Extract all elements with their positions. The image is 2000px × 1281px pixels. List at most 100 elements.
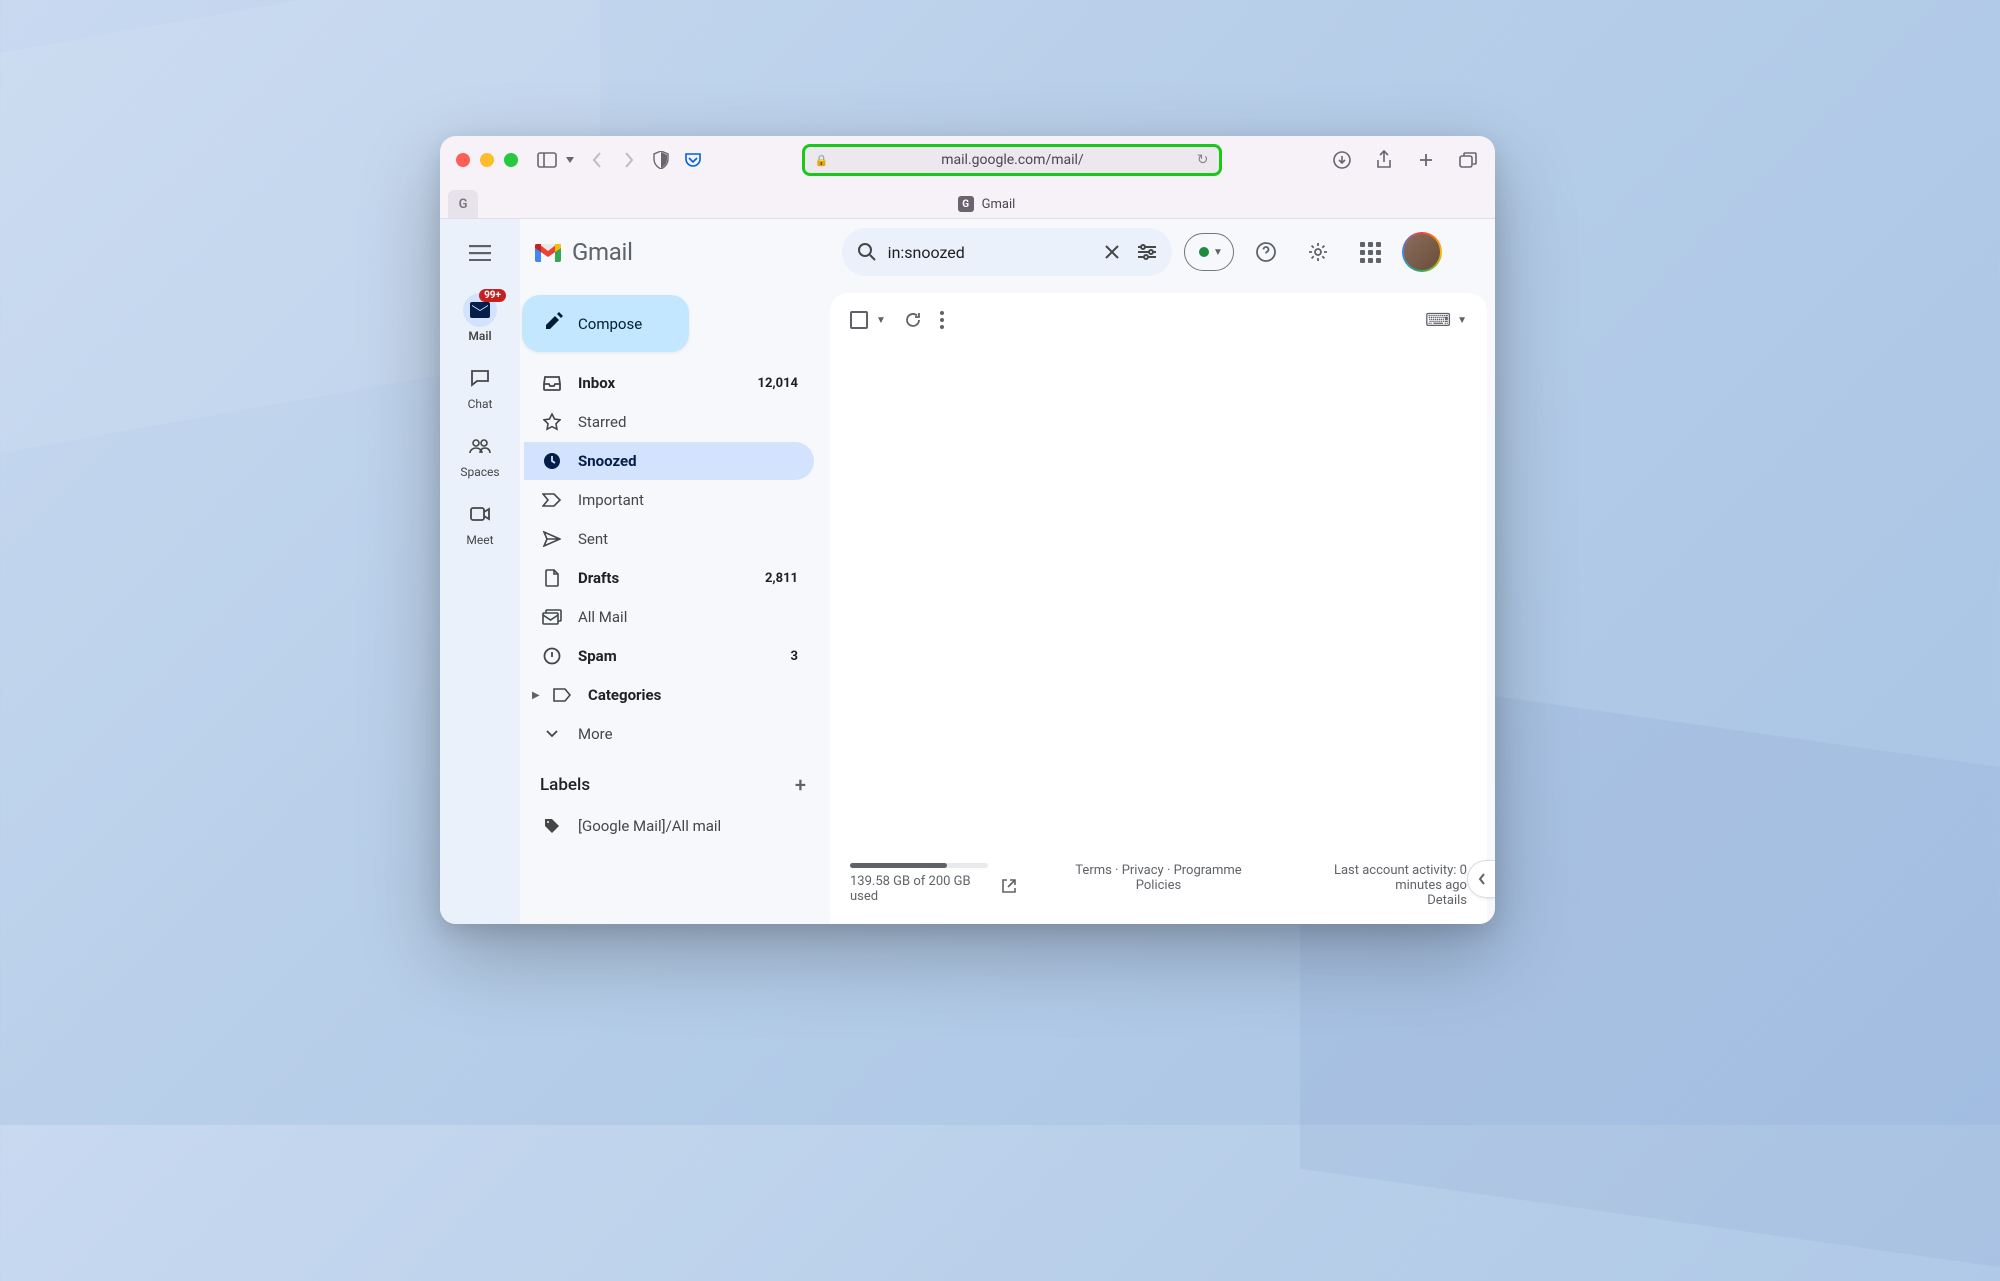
pocket-icon[interactable] <box>682 149 704 171</box>
nav-more[interactable]: More <box>524 715 814 753</box>
footer-privacy-link[interactable]: Privacy <box>1122 863 1164 878</box>
nav-inbox[interactable]: Inbox 12,014 <box>524 364 814 402</box>
labels-heading: Labels + <box>520 755 822 805</box>
settings-icon[interactable] <box>1298 232 1338 272</box>
tab-strip: G G Gmail <box>440 184 1495 218</box>
tag-icon <box>542 818 562 834</box>
back-button[interactable] <box>586 149 608 171</box>
active-tab[interactable]: G Gmail <box>478 190 1495 218</box>
downloads-icon[interactable] <box>1331 149 1353 171</box>
url-text: mail.google.com/mail/ <box>836 152 1189 168</box>
gmail-header: Gmail <box>520 219 1495 285</box>
tabs-overview-icon[interactable] <box>1457 149 1479 171</box>
zoom-window-button[interactable] <box>504 153 518 167</box>
gmail-app: 99+ Mail Chat Spaces <box>440 218 1495 924</box>
minimize-window-button[interactable] <box>480 153 494 167</box>
clear-search-icon[interactable] <box>1097 232 1127 272</box>
nav-spam[interactable]: Spam 3 <box>524 637 814 675</box>
gmail-logo-icon <box>532 240 564 264</box>
activity-text-2: minutes ago <box>1275 878 1467 893</box>
search-box[interactable] <box>842 228 1172 276</box>
caret-right-icon: ▶ <box>532 690 542 701</box>
window-controls <box>456 153 518 167</box>
chevron-down-icon: ▼ <box>1213 247 1223 258</box>
help-icon[interactable] <box>1246 232 1286 272</box>
gmail-brand[interactable]: Gmail <box>520 230 645 274</box>
keyboard-icon: ⌨ <box>1425 310 1451 331</box>
browser-toolbar: 🔒 mail.google.com/mail/ ↻ <box>440 136 1495 184</box>
star-icon <box>542 413 562 431</box>
select-all-checkbox[interactable] <box>850 311 868 329</box>
tab-title: Gmail <box>982 197 1016 212</box>
sidebar-dropdown-icon[interactable] <box>564 149 576 171</box>
rail-item-mail[interactable]: 99+ Mail <box>448 287 512 351</box>
gmail-brand-text: Gmail <box>572 238 633 266</box>
forward-button[interactable] <box>618 149 640 171</box>
main-menu-button[interactable] <box>458 231 502 275</box>
new-tab-icon[interactable] <box>1415 149 1437 171</box>
address-bar[interactable]: 🔒 mail.google.com/mail/ ↻ <box>802 144 1222 176</box>
rail-label: Chat <box>468 397 493 411</box>
nav-allmail[interactable]: All Mail <box>524 598 814 636</box>
shield-icon[interactable] <box>650 149 672 171</box>
search-icon[interactable] <box>852 232 882 272</box>
input-mode-selector[interactable]: ⌨ ▼ <box>1425 310 1467 331</box>
share-icon[interactable] <box>1373 149 1395 171</box>
close-window-button[interactable] <box>456 153 470 167</box>
select-dropdown-icon[interactable]: ▼ <box>876 315 886 326</box>
nav-categories[interactable]: ▶ Categories <box>524 676 814 714</box>
google-apps-icon[interactable] <box>1350 232 1390 272</box>
footer-terms-link[interactable]: Terms <box>1075 863 1112 878</box>
label-item[interactable]: [Google Mail]/All mail <box>524 807 814 845</box>
nav-drafts[interactable]: Drafts 2,811 <box>524 559 814 597</box>
send-icon <box>542 531 562 547</box>
message-list-empty <box>830 347 1487 859</box>
nav-important[interactable]: Important <box>524 481 814 519</box>
rail-item-chat[interactable]: Chat <box>448 355 512 419</box>
chat-icon <box>463 361 497 395</box>
search-input[interactable] <box>888 243 1091 262</box>
spaces-icon <box>463 429 497 463</box>
label-icon <box>552 688 572 702</box>
lock-icon: 🔒 <box>815 154 829 167</box>
add-label-button[interactable]: + <box>795 773 806 797</box>
reload-icon[interactable]: ↻ <box>1197 152 1209 168</box>
activity-text: Last account activity: 0 <box>1275 863 1467 878</box>
message-pane: ▼ ⌨ ▼ <box>830 293 1487 924</box>
pencil-icon <box>544 311 564 336</box>
stacked-mail-icon <box>542 609 562 625</box>
compose-label: Compose <box>578 315 642 333</box>
account-avatar[interactable] <box>1402 232 1442 272</box>
status-chip[interactable]: ▼ <box>1184 233 1234 271</box>
app-rail: 99+ Mail Chat Spaces <box>440 219 520 924</box>
inbox-icon <box>542 375 562 391</box>
meet-icon <box>463 497 497 531</box>
refresh-icon[interactable] <box>904 311 922 329</box>
chevron-down-icon: ▼ <box>1457 315 1467 326</box>
search-options-icon[interactable] <box>1132 232 1162 272</box>
storage-text: 139.58 GB of 200 GB used <box>850 874 990 904</box>
nav-snoozed[interactable]: Snoozed <box>524 442 814 480</box>
browser-window: 🔒 mail.google.com/mail/ ↻ G G Gmail <box>440 136 1495 924</box>
important-icon <box>542 493 562 507</box>
compose-button[interactable]: Compose <box>522 295 689 352</box>
status-dot-icon <box>1199 247 1209 257</box>
nav-starred[interactable]: Starred <box>524 403 814 441</box>
rail-item-spaces[interactable]: Spaces <box>448 423 512 487</box>
activity-details-link[interactable]: Details <box>1275 893 1467 908</box>
storage-bar <box>850 863 988 868</box>
chevron-down-icon <box>542 729 562 739</box>
more-icon[interactable] <box>940 311 944 329</box>
tab-favicon: G <box>958 196 974 212</box>
nav-sent[interactable]: Sent <box>524 520 814 558</box>
rail-label: Mail <box>468 329 491 343</box>
open-external-icon[interactable] <box>1002 879 1016 897</box>
clock-icon <box>542 452 562 470</box>
rail-label: Meet <box>466 533 493 547</box>
sidebar-toggle-icon[interactable] <box>536 149 558 171</box>
rail-item-meet[interactable]: Meet <box>448 491 512 555</box>
file-icon <box>542 569 562 587</box>
pinned-tab[interactable]: G <box>448 190 478 218</box>
message-toolbar: ▼ ⌨ ▼ <box>830 293 1487 347</box>
spam-icon <box>542 647 562 665</box>
